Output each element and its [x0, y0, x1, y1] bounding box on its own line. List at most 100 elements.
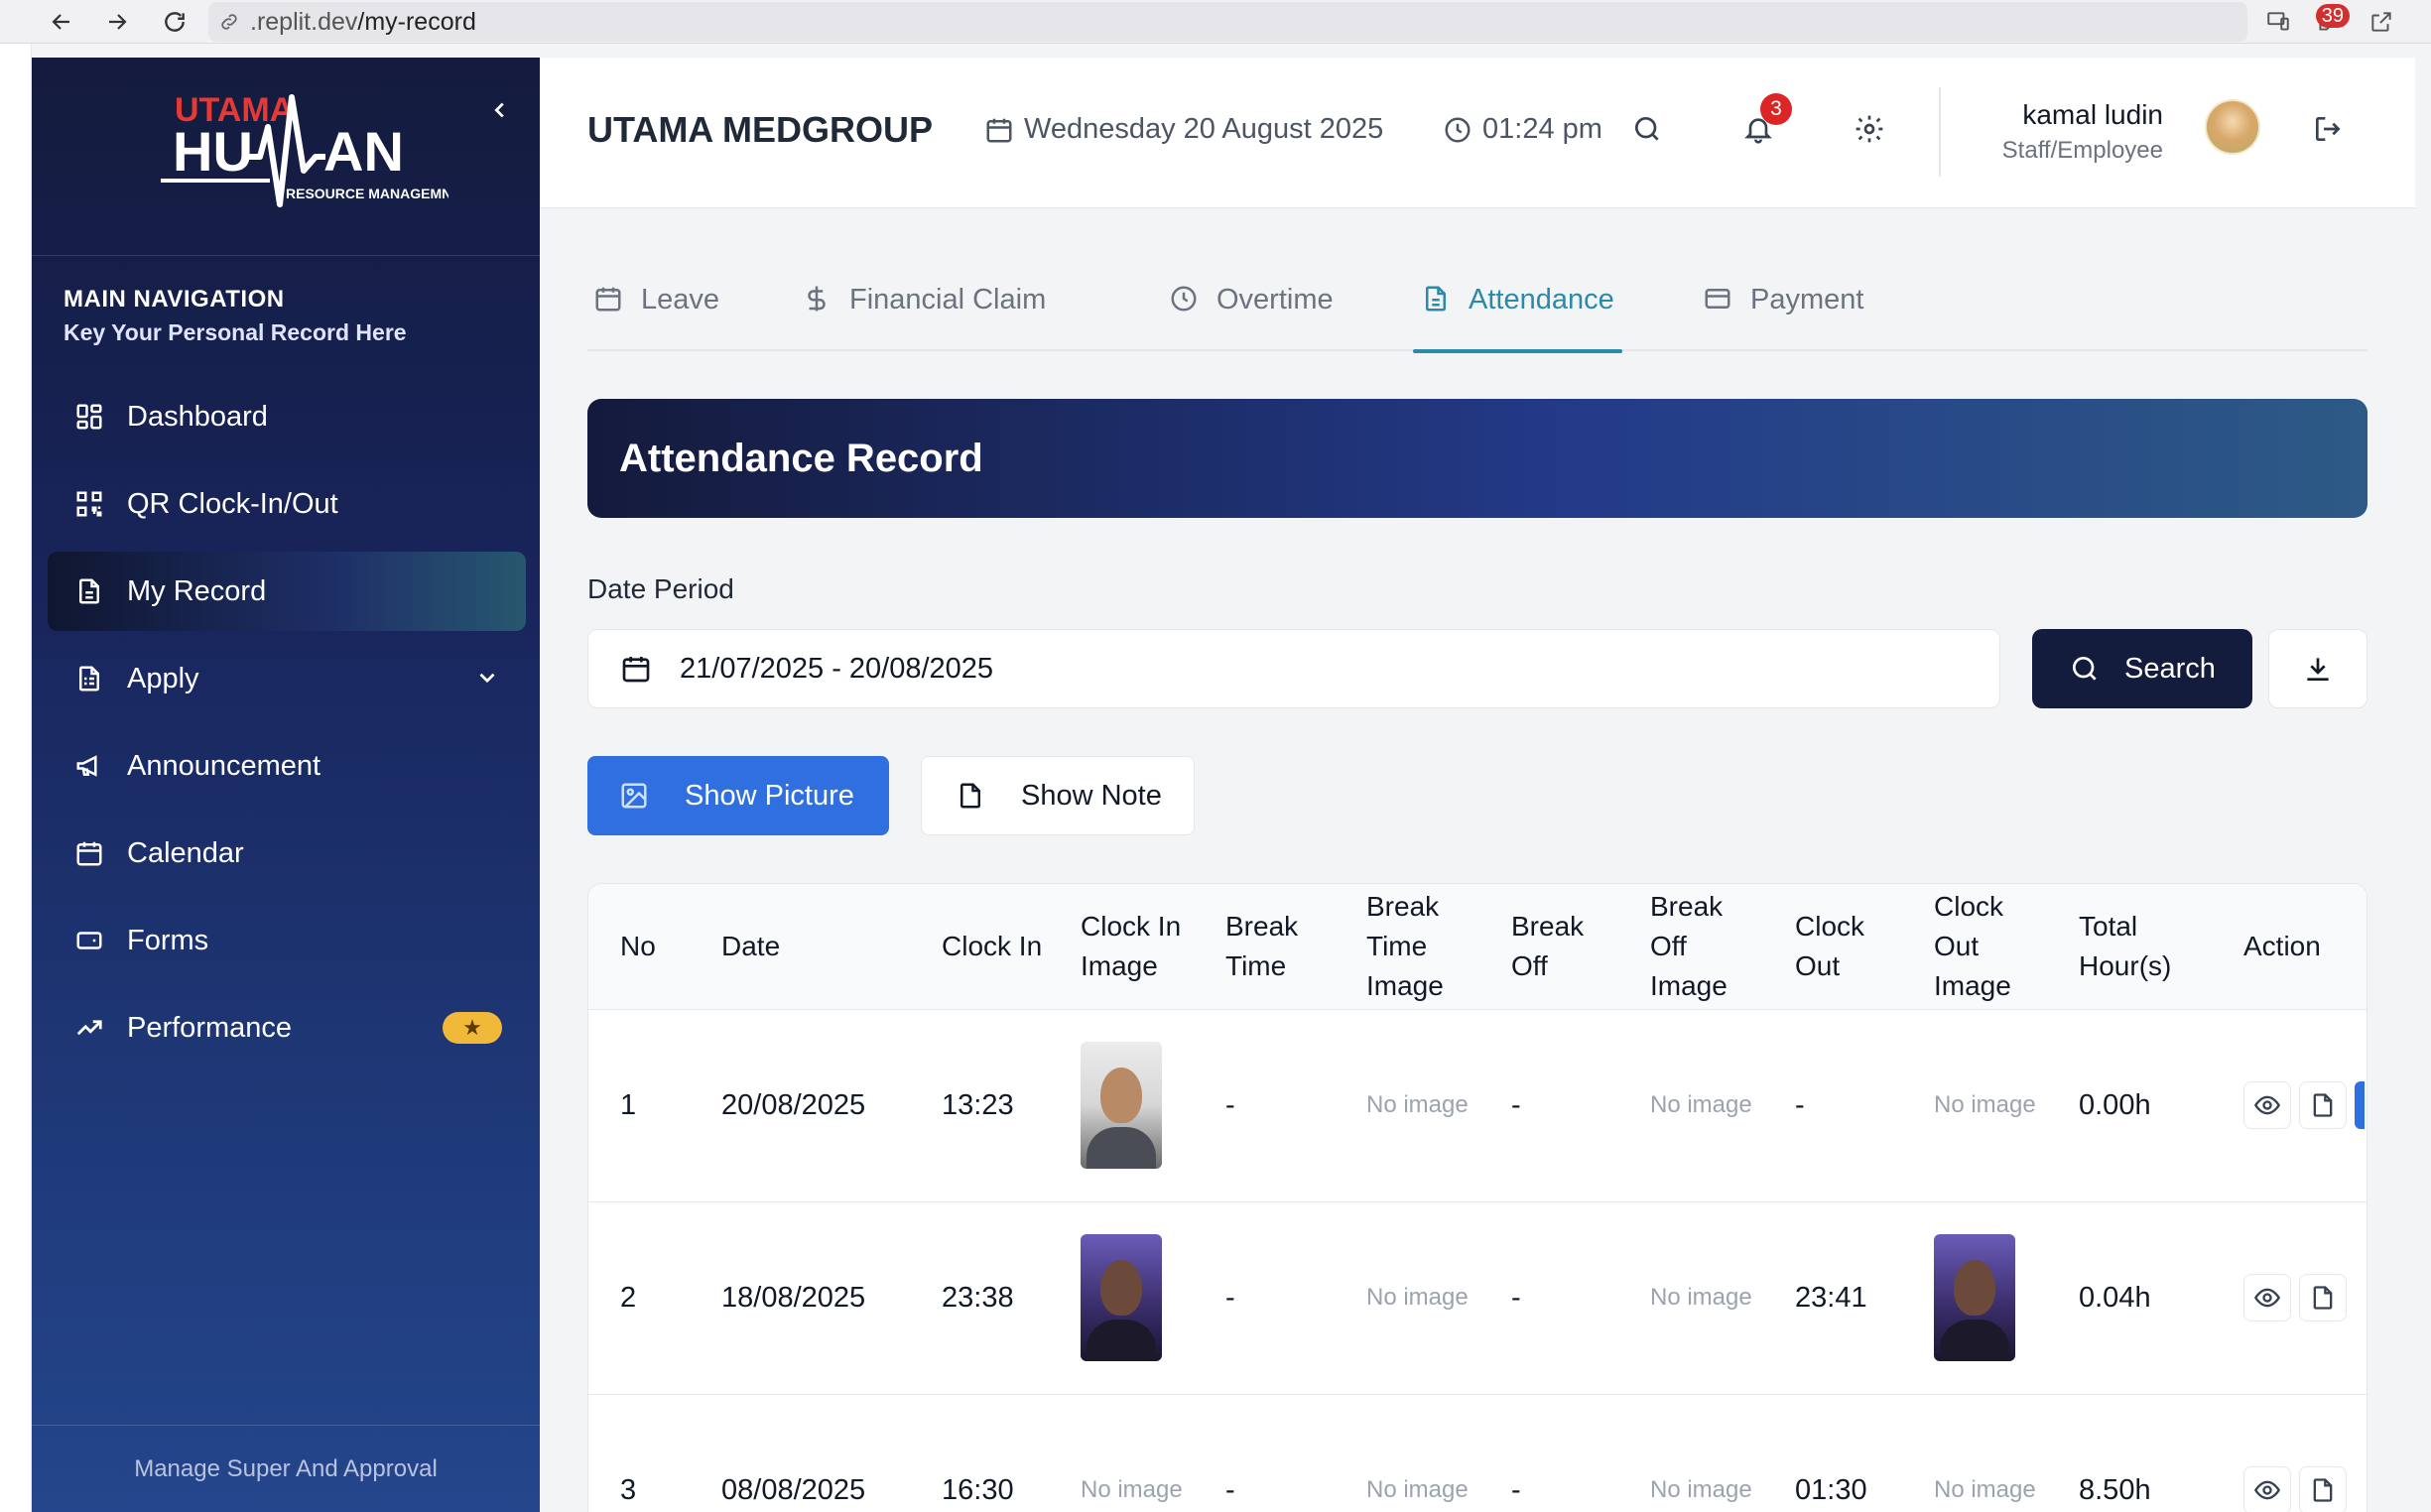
dollar-icon [808, 286, 826, 312]
no-image-text: No image [1650, 1091, 1752, 1118]
trending-up-icon [73, 1012, 105, 1044]
search-button-label: Search [2124, 652, 2216, 685]
collapse-sidebar-button[interactable] [482, 92, 518, 128]
cell-break-off-image: No image [1618, 1394, 1763, 1512]
sidebar-item-forms[interactable]: Forms [48, 901, 526, 980]
nav-heading: MAIN NAVIGATION Key Your Personal Record… [64, 286, 407, 346]
utama-human-logo: UTAMA HU AN RESOURCE MANAGEMNET [161, 91, 448, 207]
clock-in-photo[interactable] [1081, 1042, 1162, 1169]
cell-no: 1 [588, 1009, 690, 1202]
column-header: No [588, 884, 690, 1010]
cell-break-off: - [1479, 1009, 1618, 1202]
record-tabs: Leave Financial Claim Overtime Attendanc… [587, 268, 2367, 353]
column-header: Clock In [910, 884, 1049, 1010]
header-time-text: 01:24 pm [1482, 113, 1602, 145]
calendar-icon [622, 657, 650, 683]
search-icon[interactable] [1627, 109, 1667, 149]
main-content: Leave Financial Claim Overtime Attendanc… [540, 208, 2415, 1512]
cell-total-hours: 8.50h [2047, 1394, 2212, 1512]
calendar-icon [595, 287, 621, 312]
sidebar-item-label: Dashboard [127, 400, 268, 433]
page-title: Attendance Record [587, 399, 2367, 518]
svg-text:HU: HU [173, 120, 253, 183]
gear-icon[interactable] [1850, 109, 1889, 149]
cell-break-off: - [1479, 1201, 1618, 1395]
devices-icon[interactable] [2262, 6, 2294, 38]
sidebar-item-announcement[interactable]: Announcement [48, 726, 526, 806]
no-image-text: No image [1650, 1476, 1752, 1503]
company-title: UTAMA MEDGROUP [587, 109, 933, 150]
sidebar-item-label: QR Clock-In/Out [127, 487, 338, 520]
tab-label: Payment [1750, 284, 1864, 315]
cell-no: 2 [588, 1201, 690, 1395]
cell-break-off-image: No image [1618, 1009, 1763, 1202]
view-button[interactable] [2243, 1274, 2291, 1322]
sidebar-item-qr-clock[interactable]: QR Clock-In/Out [48, 464, 526, 544]
download-button[interactable] [2268, 629, 2367, 708]
table-row: 2 18/08/2025 23:38 - No image - No image… [588, 1201, 2367, 1395]
attendance-table: No Date Clock In Clock In Image Break Ti… [587, 883, 2367, 1512]
cell-break-off: - [1479, 1394, 1618, 1512]
date-period-input[interactable]: 21/07/2025 - 20/08/2025 [587, 629, 2000, 708]
table-row: 3 08/08/2025 16:30 No image - No image -… [588, 1394, 2367, 1512]
reload-icon[interactable] [159, 6, 191, 38]
column-header: Action [2212, 884, 2367, 1010]
sidebar-item-dashboard[interactable]: Dashboard [48, 377, 526, 456]
search-icon [2073, 657, 2097, 681]
sidebar-item-apply[interactable]: Apply [48, 639, 526, 718]
address-bar[interactable]: .replit.dev/my-record [208, 2, 2247, 42]
sidebar-item-calendar[interactable]: Calendar [48, 814, 526, 893]
sidebar-item-label: My Record [127, 574, 267, 607]
sidebar-item-performance[interactable]: Performance ★ [48, 988, 526, 1068]
note-button[interactable] [2299, 1274, 2347, 1322]
nav-heading-subtitle: Key Your Personal Record Here [64, 319, 407, 345]
tab-leave[interactable]: Leave [593, 268, 719, 351]
cell-break-time-image: No image [1335, 1201, 1479, 1395]
left-gutter [0, 44, 32, 1512]
tab-label: Overtime [1216, 284, 1334, 315]
search-button[interactable]: Search [2032, 629, 2252, 708]
calendar-icon [73, 837, 105, 869]
tab-label: Leave [641, 284, 720, 315]
view-button[interactable] [2243, 1466, 2291, 1512]
form-icon [73, 925, 105, 956]
cell-clock-out-image: No image [1902, 1394, 2047, 1512]
cell-total-hours: 0.00h [2047, 1009, 2212, 1202]
note-icon [960, 783, 980, 809]
external-link-icon[interactable] [2366, 6, 2397, 38]
extension-badge: 39 [2315, 4, 2350, 28]
note-button[interactable] [2299, 1081, 2347, 1129]
show-note-button[interactable]: Show Note [921, 756, 1195, 835]
document-icon [1426, 286, 1446, 312]
no-image-text: No image [1081, 1476, 1183, 1503]
logout-icon[interactable] [2308, 109, 2348, 149]
clock-out-photo[interactable] [1934, 1234, 2015, 1361]
sidebar-footer[interactable]: Manage Super And Approval [32, 1425, 540, 1512]
nav-heading-title: MAIN NAVIGATION [64, 286, 285, 313]
forward-arrow-icon[interactable] [101, 6, 133, 38]
view-button[interactable] [2243, 1081, 2291, 1129]
edit-button[interactable] [2355, 1081, 2365, 1129]
date-period-label: Date Period [587, 573, 734, 604]
show-picture-button[interactable]: Show Picture [587, 756, 889, 835]
tab-overtime[interactable]: Overtime [1169, 268, 1334, 351]
no-image-text: No image [1366, 1476, 1469, 1503]
sidebar: UTAMA HU AN RESOURCE MANAGEMNET MAIN NAV… [32, 58, 540, 1512]
extension-icon[interactable]: 39 [2312, 4, 2350, 38]
tab-payment[interactable]: Payment [1703, 268, 1863, 351]
cell-clock-out: 01:30 [1763, 1394, 1902, 1512]
sidebar-nav: Dashboard QR Clock-In/Out My Record Appl… [48, 377, 526, 1075]
document-icon [2313, 1286, 2333, 1310]
cell-clock-in-image [1049, 1201, 1194, 1395]
download-icon [2307, 658, 2329, 681]
back-arrow-icon[interactable] [46, 6, 77, 38]
tab-attendance[interactable]: Attendance [1413, 268, 1622, 353]
clock-in-photo[interactable] [1081, 1234, 1162, 1361]
sidebar-item-my-record[interactable]: My Record [48, 552, 526, 631]
avatar[interactable] [2205, 99, 2260, 155]
tab-label: Financial Claim [849, 284, 1047, 315]
tab-financial-claim[interactable]: Financial Claim [802, 268, 1046, 351]
notification-bell-button[interactable]: 3 [1738, 93, 1792, 149]
sidebar-item-label: Announcement [127, 749, 321, 782]
note-button[interactable] [2299, 1466, 2347, 1512]
